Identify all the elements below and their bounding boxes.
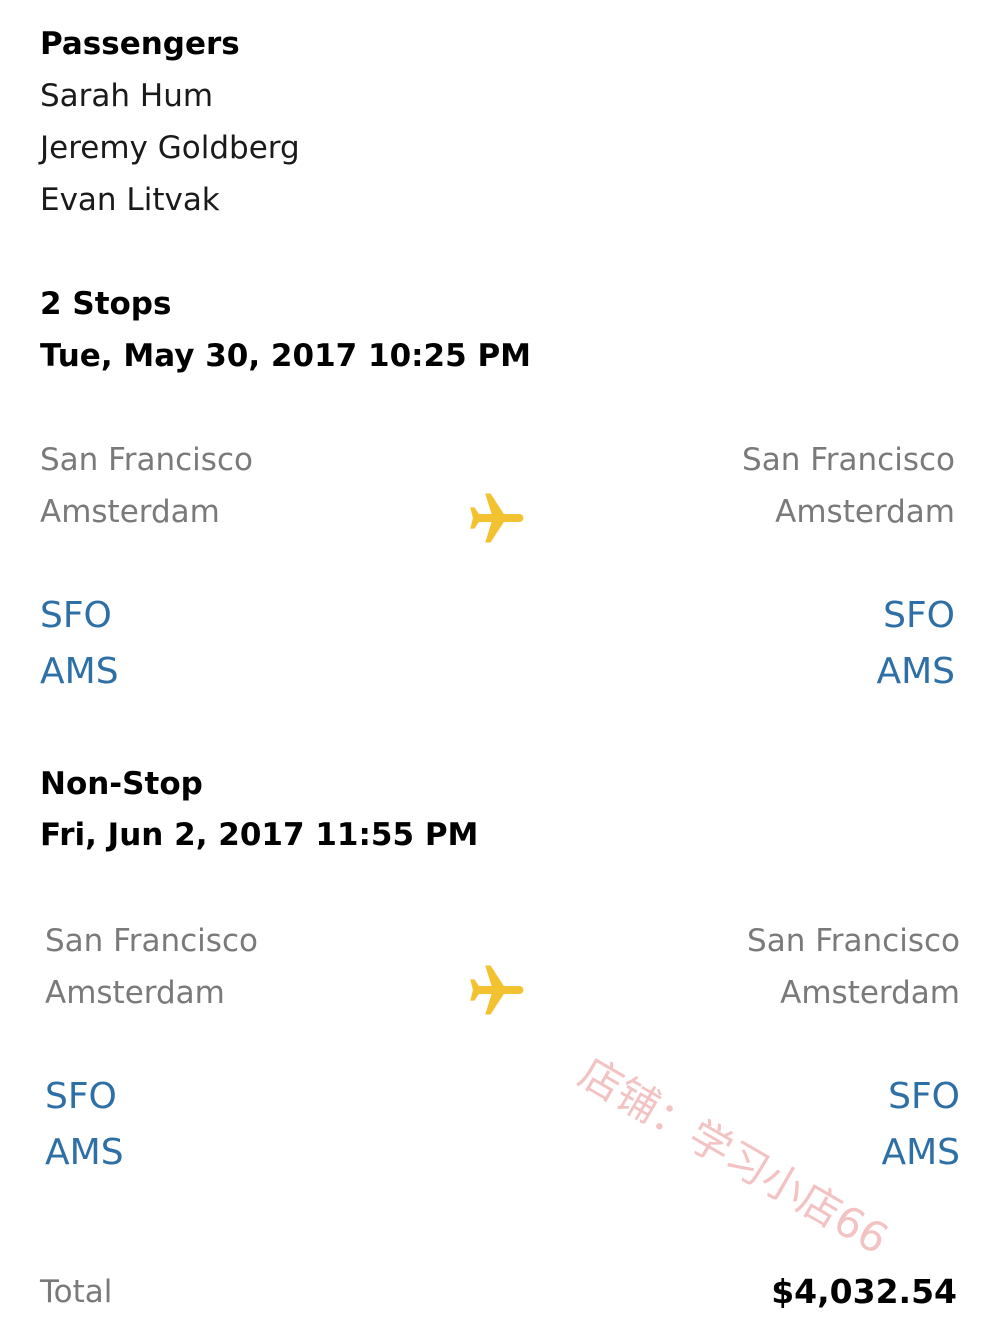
destination-city: Amsterdam <box>780 975 960 1011</box>
destination-city: San Francisco <box>742 442 955 478</box>
watermark-text: 店铺：学习小店66 <box>571 1047 897 1264</box>
destination-airport-code: SFO <box>883 595 955 636</box>
origin-city: San Francisco <box>45 923 258 959</box>
total-label: Total <box>40 1274 113 1310</box>
origin-city: San Francisco <box>40 442 253 478</box>
destination-city: Amsterdam <box>775 494 955 530</box>
destination-city: San Francisco <box>747 923 960 959</box>
origin-city: Amsterdam <box>45 975 225 1011</box>
passengers-title: Passengers <box>40 26 240 62</box>
origin-airport-code: SFO <box>45 1076 117 1117</box>
passenger-name: Jeremy Goldberg <box>40 130 300 166</box>
flight-stops-label: Non-Stop <box>40 766 203 802</box>
flight-datetime: Fri, Jun 2, 2017 11:55 PM <box>40 817 479 853</box>
origin-airport-code: AMS <box>45 1132 124 1173</box>
destination-airport-code: AMS <box>876 651 955 692</box>
flight-stops-label: 2 Stops <box>40 286 172 322</box>
origin-airport-code: AMS <box>40 651 119 692</box>
airplane-icon <box>470 493 524 543</box>
origin-airport-code: SFO <box>40 595 112 636</box>
origin-city: Amsterdam <box>40 494 220 530</box>
passenger-name: Evan Litvak <box>40 182 220 218</box>
destination-airport-code: SFO <box>888 1076 960 1117</box>
airplane-icon <box>470 965 524 1015</box>
passenger-name: Sarah Hum <box>40 78 214 114</box>
total-price: $4,032.54 <box>771 1272 957 1311</box>
destination-airport-code: AMS <box>881 1132 960 1173</box>
flight-datetime: Tue, May 30, 2017 10:25 PM <box>40 338 532 374</box>
